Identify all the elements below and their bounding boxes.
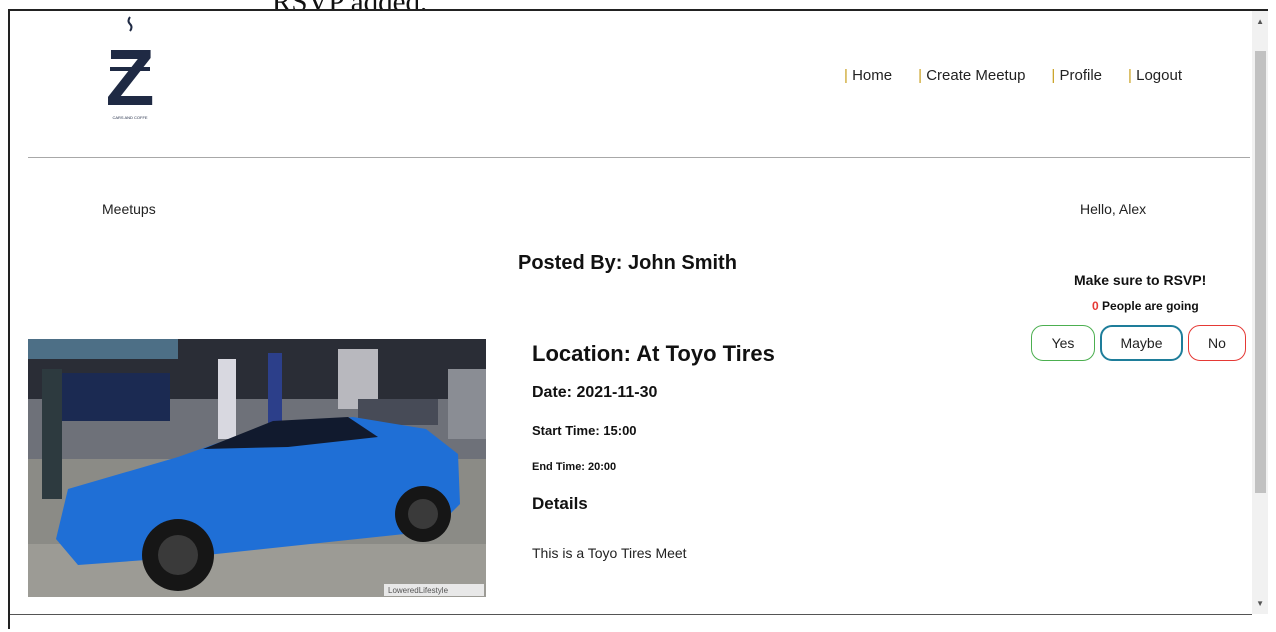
nav-create-meetup[interactable]: | Create Meetup xyxy=(918,67,1025,84)
user-greeting: Hello, Alex xyxy=(1080,201,1147,217)
going-count: 0 People are going xyxy=(1092,299,1199,313)
posted-by: Posted By: John Smith xyxy=(518,252,737,274)
scroll-up-arrow-icon[interactable]: ▲ xyxy=(1256,17,1264,26)
main-nav: | Home | Create Meetup | Profile | Logou… xyxy=(844,67,1182,84)
header-divider xyxy=(28,157,1250,158)
meetup-date: Date: 2021-11-30 xyxy=(532,384,658,401)
rsvp-no-button[interactable]: No xyxy=(1188,325,1246,361)
meetup-photo: LoweredLifestyle xyxy=(28,339,486,597)
svg-text:CARS AND COFFE: CARS AND COFFE xyxy=(112,115,147,120)
nav-profile[interactable]: | Profile xyxy=(1051,67,1102,84)
meetup-details: This is a Toyo Tires Meet xyxy=(532,545,687,561)
page-bottom-border xyxy=(10,614,1252,615)
vertical-scrollbar[interactable]: ▲ ▼ xyxy=(1252,11,1268,614)
svg-text:Z: Z xyxy=(106,33,155,122)
nav-logout[interactable]: | Logout xyxy=(1128,67,1182,84)
photo-watermark: LoweredLifestyle xyxy=(388,586,449,595)
section-label: Meetups xyxy=(102,201,156,217)
rsvp-yes-button[interactable]: Yes xyxy=(1031,325,1095,361)
meetup-location: Location: At Toyo Tires xyxy=(532,341,775,366)
nav-home[interactable]: | Home xyxy=(844,67,892,84)
details-heading: Details xyxy=(532,494,588,513)
browser-page: Z CARS AND COFFE | Home | Create Meetup … xyxy=(8,9,1268,629)
logo-image[interactable]: Z CARS AND COFFE xyxy=(102,13,158,133)
going-number: 0 xyxy=(1092,299,1099,313)
going-label: People are going xyxy=(1102,299,1199,313)
rsvp-title: Make sure to RSVP! xyxy=(1074,272,1207,288)
meetup-start-time: Start Time: 15:00 xyxy=(532,423,637,438)
rsvp-maybe-button[interactable]: Maybe xyxy=(1100,325,1183,361)
meetup-end-time: End Time: 20:00 xyxy=(532,461,617,473)
scrollbar-thumb[interactable] xyxy=(1255,51,1266,493)
scroll-down-arrow-icon[interactable]: ▼ xyxy=(1256,599,1264,608)
